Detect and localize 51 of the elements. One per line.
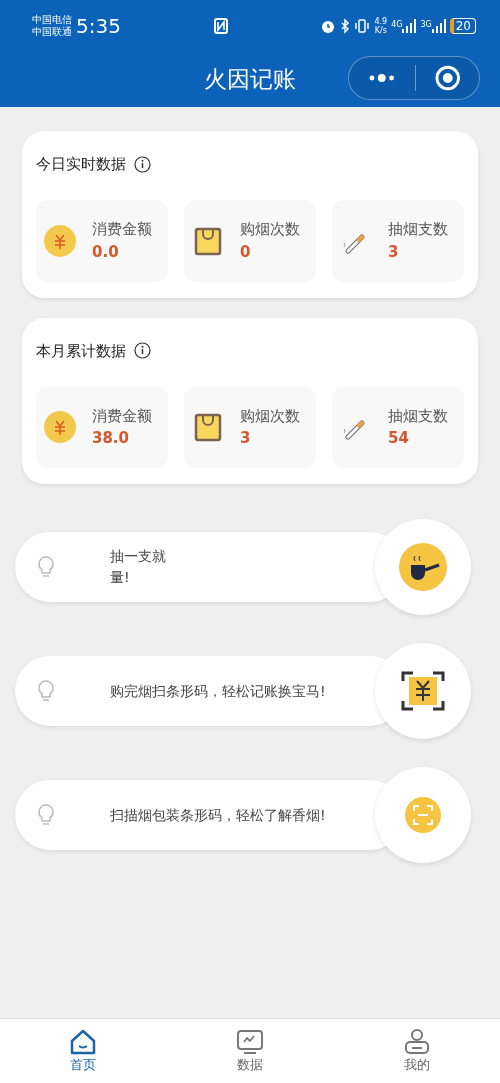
light-bulb-icon bbox=[35, 554, 57, 580]
battery-indicator: 20 bbox=[449, 18, 476, 34]
tip-text: 量! bbox=[110, 568, 131, 587]
info-icon bbox=[134, 342, 151, 360]
stat-label: 抽烟支数 bbox=[388, 219, 448, 240]
more-icon bbox=[369, 74, 395, 82]
signal-icon bbox=[431, 19, 446, 33]
carrier-name: 中国电信 bbox=[32, 14, 72, 26]
speed-unit: K/s bbox=[374, 26, 388, 35]
stat-label: 消费金额 bbox=[92, 405, 152, 427]
tab-label: 数据 bbox=[237, 1056, 263, 1075]
page-title: 火因记账 bbox=[204, 65, 296, 95]
tip-text: 扫描烟包装条形码，轻松了解香烟! bbox=[110, 805, 327, 825]
tab-item[interactable]: 数据 bbox=[166, 1019, 334, 1083]
tab-item[interactable]: 我的 bbox=[333, 1019, 500, 1083]
stat-value: 3 bbox=[388, 241, 400, 263]
stat-value: 54 bbox=[388, 428, 410, 449]
stat-value: 0 bbox=[240, 241, 252, 263]
stat-label: 购烟次数 bbox=[240, 219, 300, 240]
section-title: 今日实时数据 bbox=[36, 154, 126, 175]
tab-label: 我的 bbox=[403, 1056, 430, 1075]
signal-icon bbox=[402, 19, 417, 33]
alarm-clock-icon bbox=[320, 18, 337, 34]
tab-item[interactable]: 首页 bbox=[0, 1019, 167, 1083]
light-bulb-icon bbox=[35, 802, 57, 828]
stat-value: 3 bbox=[240, 428, 252, 449]
nfc-icon bbox=[213, 18, 228, 34]
speed-value: 4.9 bbox=[374, 17, 388, 26]
light-bulb-icon bbox=[35, 678, 57, 704]
stat-value: 38.0 bbox=[92, 428, 130, 449]
yen-coin-icon bbox=[44, 411, 76, 443]
yen-coin-icon bbox=[44, 224, 76, 257]
stat-value: 0.0 bbox=[92, 241, 120, 263]
tip-text: 购完烟扫条形码，轻松记账换宝马! bbox=[110, 681, 327, 701]
shopping-bag-icon bbox=[192, 411, 224, 443]
network-type: 4G bbox=[391, 19, 403, 31]
bluetooth-icon bbox=[340, 18, 351, 34]
stat-label: 购烟次数 bbox=[240, 405, 300, 427]
carrier-name: 中国联通 bbox=[32, 26, 72, 38]
monitor-chart-icon bbox=[235, 1027, 265, 1056]
network-type: 3G bbox=[420, 19, 432, 31]
stat-label: 消费金额 bbox=[92, 219, 152, 240]
vibrate-icon bbox=[354, 18, 371, 34]
clock-time: 5:35 bbox=[76, 13, 121, 40]
tip-text: 抽一支就 bbox=[110, 547, 167, 566]
tab-label: 首页 bbox=[70, 1056, 97, 1075]
stat-label: 抽烟支数 bbox=[388, 405, 448, 427]
pipe-icon bbox=[399, 543, 447, 591]
section-title: 本月累计数据 bbox=[36, 340, 126, 362]
info-icon bbox=[134, 155, 151, 173]
capsule-menu[interactable] bbox=[348, 56, 480, 100]
